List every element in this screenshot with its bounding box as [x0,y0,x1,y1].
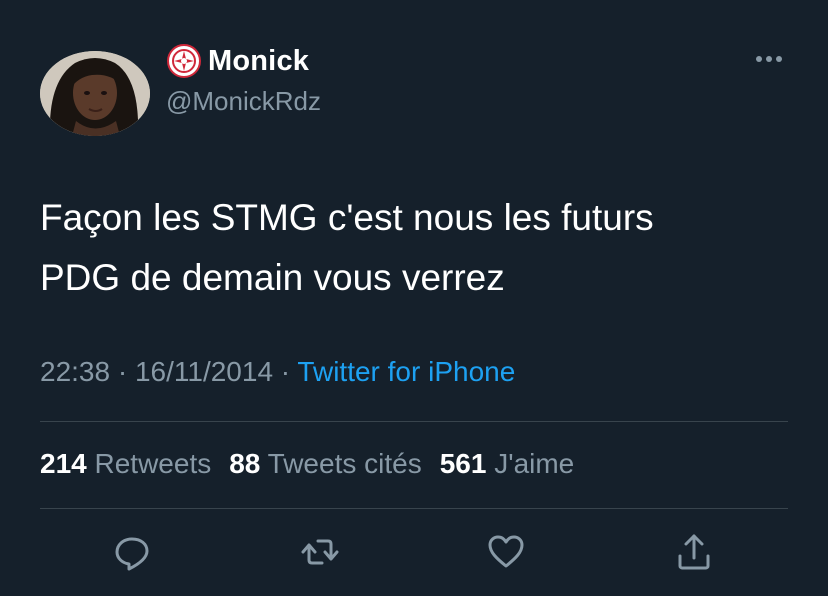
avatar-photo [40,51,150,136]
meta-separator: · [273,356,298,387]
retweets-stat[interactable]: 214 Retweets [40,448,211,479]
tweet-text: Façon les STMG c'est nous les futurs PDG… [40,188,800,308]
tweet-source-link[interactable]: Twitter for iPhone [297,356,515,387]
tweet-date[interactable]: 16/11/2014 [135,356,273,387]
user-handle[interactable]: @MonickRdz [166,86,321,117]
tweet-text-line: Façon les STMG c'est nous les futurs [40,197,654,238]
heart-icon [488,535,524,568]
reply-button[interactable] [112,532,152,572]
tweet-meta: 22:38 · 16/11/2014 · Twitter for iPhone [40,356,515,388]
tweet-text-line: PDG de demain vous verrez [40,257,505,298]
retweets-label: Retweets [94,448,212,479]
retweet-icon [301,539,339,565]
tweet-time[interactable]: 22:38 [40,356,110,387]
more-horizontal-icon[interactable] [754,52,784,66]
share-button[interactable] [674,532,714,572]
retweet-button[interactable] [300,532,340,572]
red-emblem-badge-icon [167,44,201,78]
likes-label: J'aime [494,448,575,479]
divider [40,508,788,509]
tweet-stats: 214 Retweets 88 Tweets cités 561 J'aime [40,448,574,480]
action-bar [0,532,828,580]
quotes-count: 88 [229,448,261,479]
display-name[interactable]: Monick [208,45,309,78]
retweets-count: 214 [40,448,87,479]
likes-count: 561 [439,448,487,479]
divider [40,421,788,422]
avatar[interactable] [40,51,150,136]
share-icon [678,534,710,570]
author-name-row[interactable]: Monick [166,44,309,78]
reply-icon [115,537,149,571]
quote-tweets-stat[interactable]: 88 Tweets cités [229,448,422,479]
likes-stat[interactable]: 561 J'aime [440,448,575,479]
meta-separator: · [110,356,135,387]
like-button[interactable] [486,532,526,572]
quotes-label: Tweets cités [267,448,422,479]
